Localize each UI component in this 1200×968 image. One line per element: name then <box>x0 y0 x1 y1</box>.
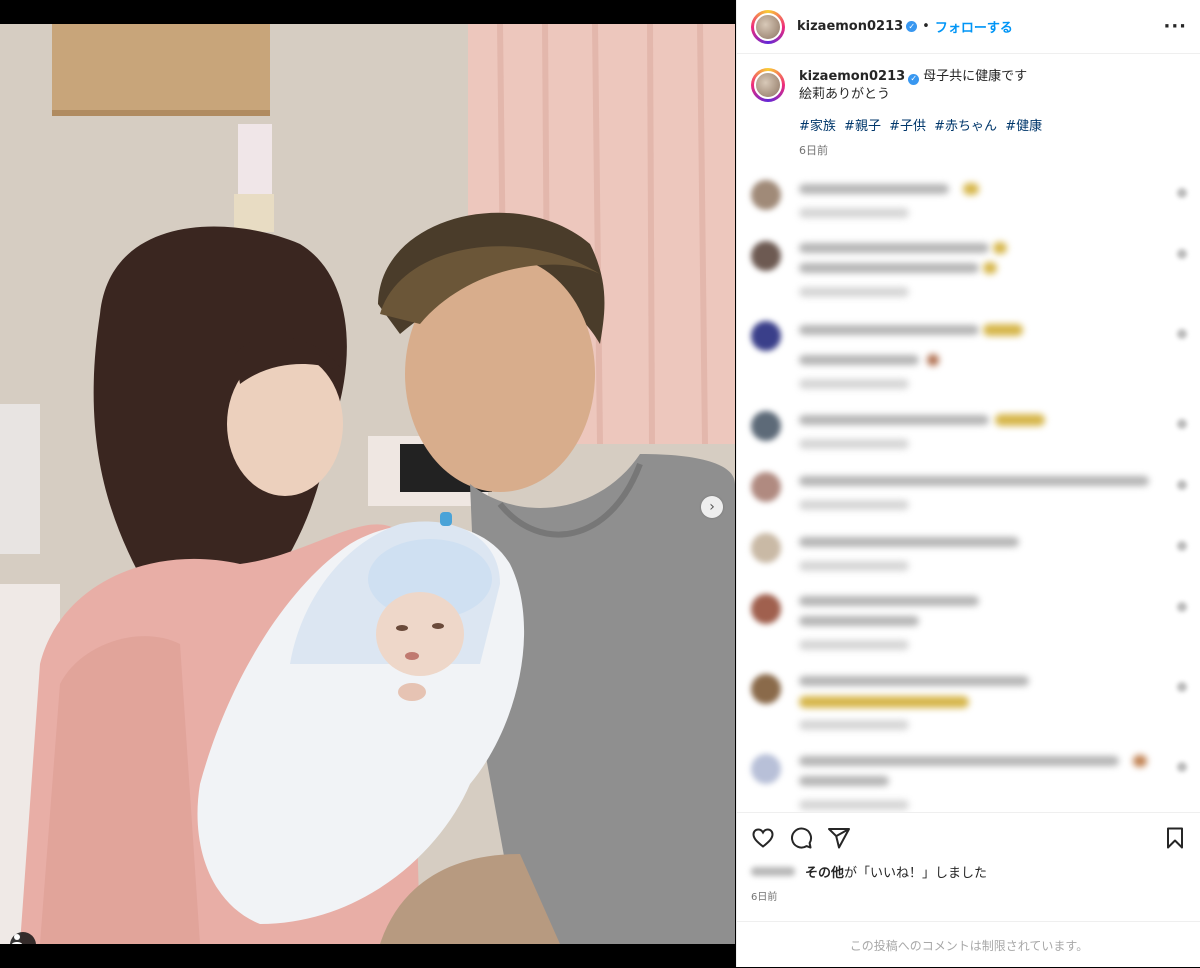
likes-summary[interactable]: その他 が「いいね！」しました <box>751 862 987 881</box>
caption-timestamp: 6日前 <box>799 144 828 157</box>
liker-name <box>751 867 795 876</box>
comment-like-icon[interactable] <box>1177 188 1187 198</box>
comment-item <box>737 666 1200 746</box>
comment-like-icon[interactable] <box>1177 762 1187 772</box>
verified-icon: ✓ <box>908 73 920 85</box>
comment-item <box>737 525 1200 586</box>
comment-item <box>737 313 1200 403</box>
share-icon[interactable] <box>827 826 851 850</box>
header-separator: • <box>922 19 930 34</box>
post-photo[interactable]: › <box>0 24 735 944</box>
author-username[interactable]: kizaemon0213 <box>797 19 903 34</box>
comment-like-icon[interactable] <box>1177 249 1187 259</box>
next-slide-button[interactable]: › <box>701 496 723 518</box>
comment-like-icon[interactable] <box>1177 419 1187 429</box>
post-caption: kizaemon0213 ✓ 母子共に健康です 絵莉ありがとう #家族 #親子 #子… <box>737 54 1200 160</box>
comment-icon[interactable] <box>789 826 813 850</box>
comment-item <box>737 403 1200 464</box>
comment-avatar <box>751 533 781 563</box>
caption-line-2: 絵莉ありがとう <box>799 87 891 102</box>
more-options-icon[interactable]: ··· <box>1163 17 1187 36</box>
post-side-panel: kizaemon0213 ✓ • フォローする ··· kizaemon0213… <box>736 0 1200 967</box>
comment-list[interactable] <box>737 172 1200 812</box>
comment-item <box>737 586 1200 666</box>
verified-icon: ✓ <box>906 21 918 32</box>
hashtag-link[interactable]: #健康 <box>1005 119 1042 134</box>
caption-avatar[interactable] <box>751 68 785 102</box>
comment-avatar <box>751 472 781 502</box>
comment-item <box>737 233 1200 313</box>
post-actions-bar <box>737 812 1200 862</box>
comment-like-icon[interactable] <box>1177 602 1187 612</box>
comment-avatar <box>751 180 781 210</box>
comment-like-icon[interactable] <box>1177 480 1187 490</box>
hashtag-link[interactable]: #子供 <box>889 119 926 134</box>
comment-avatar <box>751 321 781 351</box>
comment-avatar <box>751 411 781 441</box>
hashtag-link[interactable]: #家族 <box>799 119 836 134</box>
caption-username[interactable]: kizaemon0213 <box>799 69 905 84</box>
post-timestamp: 6日前 <box>751 892 778 903</box>
comment-item <box>737 172 1200 233</box>
comment-avatar <box>751 674 781 704</box>
likes-others[interactable]: その他 <box>805 862 844 881</box>
photo-illustration <box>0 24 735 944</box>
hashtag-link[interactable]: #赤ちゃん <box>934 119 997 134</box>
caption-line-1: 母子共に健康です <box>923 69 1028 84</box>
hashtag-link[interactable]: #親子 <box>844 119 881 134</box>
follow-button[interactable]: フォローする <box>935 17 1013 36</box>
comment-like-icon[interactable] <box>1177 541 1187 551</box>
bookmark-icon[interactable] <box>1163 826 1187 850</box>
comment-item <box>737 746 1200 812</box>
comment-avatar <box>751 754 781 784</box>
comments-restricted-notice: この投稿へのコメントは制限されています。 <box>737 921 1200 968</box>
post-header: kizaemon0213 ✓ • フォローする ··· <box>737 0 1200 54</box>
comment-like-icon[interactable] <box>1177 329 1187 339</box>
comment-avatar <box>751 594 781 624</box>
comment-like-icon[interactable] <box>1177 682 1187 692</box>
likes-text: が「いいね！」しました <box>844 866 988 881</box>
comment-item <box>737 464 1200 525</box>
heart-icon[interactable] <box>751 826 775 850</box>
author-avatar[interactable] <box>751 9 785 44</box>
comment-avatar <box>751 241 781 271</box>
post-media-pane: › <box>0 0 735 967</box>
hashtag-list: #家族 #親子 #子供 #赤ちゃん #健康 <box>799 118 1044 136</box>
